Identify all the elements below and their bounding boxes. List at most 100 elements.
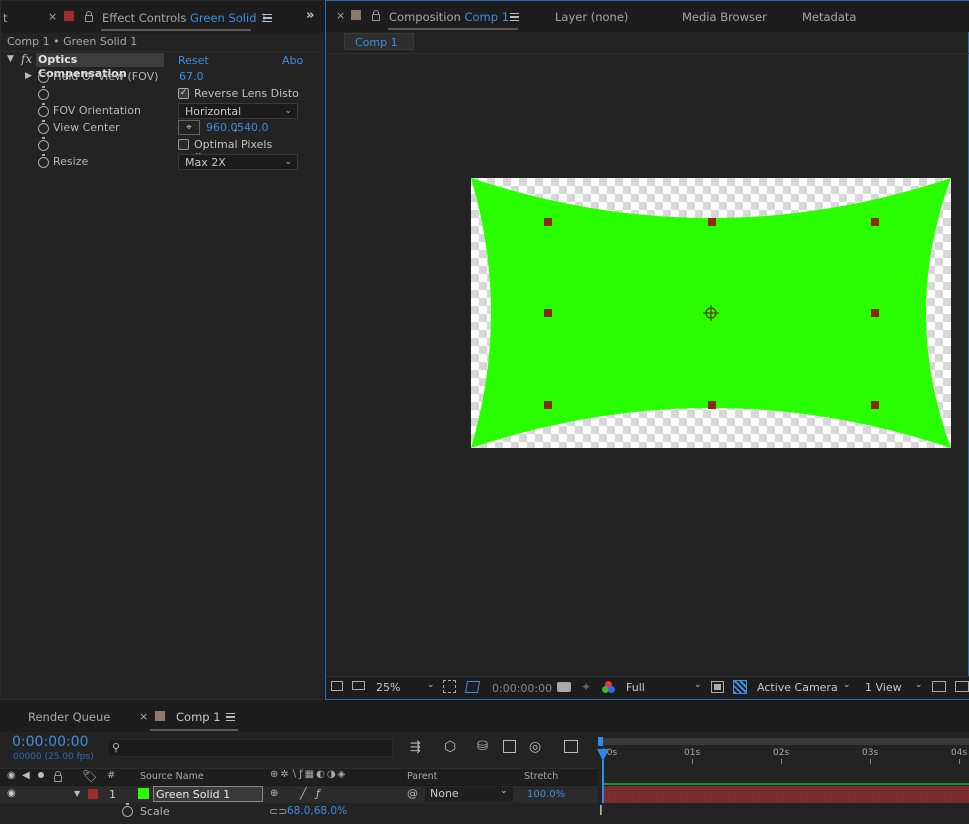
shy-switch-icon[interactable]: ⊕ [270,788,278,799]
lock-icon[interactable] [54,771,62,782]
frame-blending-icon[interactable] [503,740,516,753]
reverse-lens-checkbox[interactable]: ✓ [178,88,189,99]
layer-duration-bar[interactable] [604,786,969,803]
tab-render-queue[interactable]: Render Queue [28,710,110,724]
stopwatch-icon[interactable] [38,120,49,134]
layer-name[interactable]: Green Solid 1 [153,786,263,802]
tab-underline [388,28,518,30]
mask-path-icon[interactable] [464,681,481,693]
view-center-y[interactable]: 540.0 [237,121,269,134]
eye-icon[interactable]: ◉ [7,770,16,781]
label-color-swatch[interactable] [88,789,98,799]
lock-icon[interactable] [85,11,93,22]
timeline-search-input[interactable]: ⚲ [107,739,393,757]
column-parent[interactable]: Parent [407,771,437,782]
resolution-dropdown[interactable]: Full ⌄ [622,679,706,697]
prop-label: FOV Orientation [53,104,141,117]
tab-comp-1[interactable]: Comp 1 [176,710,221,724]
parent-dropdown[interactable]: None ⌄ [425,786,513,802]
about-button[interactable]: Abo [282,54,303,67]
effect-name[interactable]: Optics Compensation [36,53,164,80]
tab-composition[interactable]: Composition Comp 1 [389,10,509,24]
panel-menu-icon[interactable] [510,13,519,21]
work-area-start[interactable] [598,737,603,746]
camera-dropdown[interactable]: Active Camera ⌄ [753,679,856,697]
comp-mini-flowchart-icon[interactable]: ⇶ [410,740,421,755]
tab-effect-controls[interactable]: Effect Controls Green Solid 1 [102,11,267,25]
scale-value[interactable]: 68.0,68.0% [287,805,347,817]
label-icon[interactable]: 🏷 [82,769,97,783]
tab-underline [101,29,251,31]
zoom-dropdown[interactable]: 25% ⌄ [372,679,438,697]
stopwatch-icon[interactable] [38,86,49,100]
quality-switch-icon[interactable]: ╱ [300,787,307,800]
handle [544,309,552,317]
toggle-pixel-aspect-icon[interactable] [932,681,946,692]
stopwatch-icon[interactable] [38,69,49,83]
monitor-icon[interactable] [352,681,365,690]
fov-value[interactable]: 67.0 [179,70,204,83]
view-center-x[interactable]: 960.0 [206,121,238,134]
work-area-bar[interactable] [598,738,969,745]
show-snapshot-icon[interactable]: ✦ [581,680,591,694]
tab-metadata[interactable]: Metadata [802,10,856,24]
tab-media-browser[interactable]: Media Browser [682,10,767,24]
region-of-interest-icon[interactable] [443,680,456,693]
twirl-open-icon[interactable]: ▼ [74,789,80,798]
shy-icon[interactable]: ⛁ [477,739,488,754]
handle [544,218,552,226]
close-icon[interactable]: × [48,10,57,23]
stopwatch-icon[interactable] [38,154,49,168]
effect-switch-icon[interactable]: ƒ [316,787,320,800]
link-icon[interactable]: ⊂⊃ [269,805,287,818]
prop-row-view-center: View Center ⌖ 960.0 , 540.0 [1,119,301,136]
fov-orientation-dropdown[interactable]: Horizontal ⌄ [178,103,298,119]
stopwatch-icon[interactable] [38,137,49,151]
handle [708,401,716,409]
motion-blur-icon[interactable]: ◎ [529,739,541,755]
graph-editor-icon[interactable] [564,740,578,753]
close-icon[interactable]: × [139,710,148,723]
close-icon[interactable]: × [336,9,345,22]
handle [871,401,879,409]
prop-row-fov: ▶ Field Of View (FOV) 67.0 [1,68,301,85]
transparency-grid-icon[interactable] [733,680,747,694]
lock-icon[interactable] [372,10,380,21]
resize-dropdown[interactable]: Max 2X ⌄ [178,154,298,170]
twirl-closed-icon[interactable]: ▶ [25,71,32,81]
tab-layer[interactable]: Layer (none) [555,10,628,24]
ruler-label: 04s [951,748,968,758]
panel-menu-icon[interactable] [226,713,235,721]
draft-3d-icon[interactable]: ⬡ [444,739,456,755]
panel-menu-icon[interactable] [263,14,272,22]
comp-subtab[interactable]: Comp 1 [344,33,414,50]
handle [871,309,879,317]
current-time[interactable]: 0:00:00:00 [492,682,552,695]
prop-row-resize: Resize Max 2X ⌄ [1,153,301,170]
reset-button[interactable]: Reset [178,54,209,67]
stretch-value[interactable]: 100.0% [527,789,565,800]
stopwatch-icon[interactable] [38,103,49,117]
stopwatch-icon[interactable] [122,803,133,817]
expand-panels-icon[interactable]: » [306,8,314,23]
composition-viewer[interactable] [471,178,951,448]
optimal-pixels-checkbox[interactable] [178,139,189,150]
views-dropdown[interactable]: 1 View ⌄ [861,679,927,697]
reset-exposure-icon[interactable] [955,681,969,692]
audio-icon[interactable]: ◀ [22,770,30,781]
pick-whip-icon[interactable]: @ [407,787,418,800]
crosshair-icon[interactable]: ⌖ [178,120,200,135]
snapshot-icon[interactable] [557,682,571,692]
fast-previews-icon[interactable] [711,681,724,693]
channels-icon[interactable] [602,681,615,694]
timeline-timecode[interactable]: 0:00:00:00 [12,734,89,750]
eye-icon[interactable]: ◉ [7,788,16,799]
solo-icon[interactable] [38,772,44,778]
column-source-name[interactable]: Source Name [140,771,204,782]
always-preview-icon[interactable] [331,681,343,691]
column-stretch[interactable]: Stretch [524,771,558,782]
twirl-open-icon[interactable]: ▼ [7,54,14,64]
fx-icon[interactable]: fx [21,52,32,66]
reverse-lens-label: Reverse Lens Disto [194,87,299,100]
tab-partial[interactable]: t [3,11,8,25]
